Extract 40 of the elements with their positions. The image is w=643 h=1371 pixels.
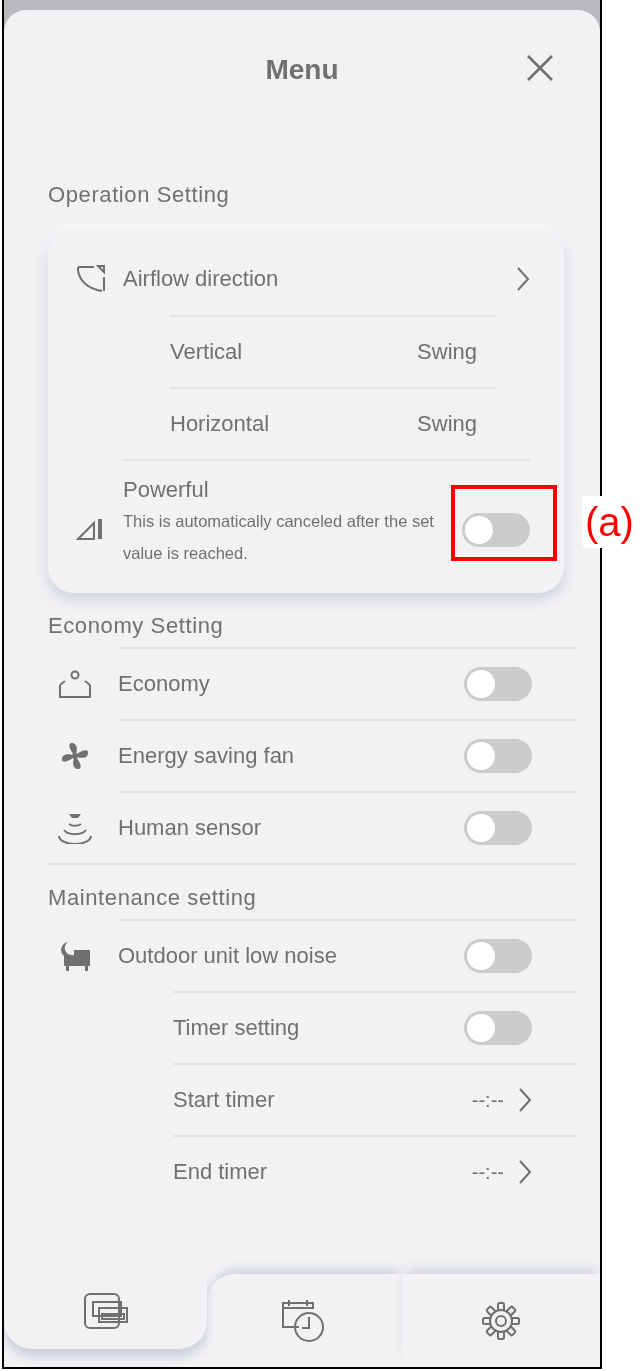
settings-icon[interactable] <box>482 1301 520 1340</box>
section-title: Economy Setting <box>48 613 224 639</box>
chevron-right-icon <box>518 1087 532 1113</box>
row-label[interactable]: Airflow direction <box>123 266 516 292</box>
row-label: Outdoor unit low noise <box>118 943 338 969</box>
nav-tab[interactable] <box>207 1274 402 1367</box>
stacked-screens-icon[interactable] <box>82 1291 129 1332</box>
airflow-icon <box>76 263 108 295</box>
row-label: Energy saving fan <box>118 743 296 769</box>
row-description: This is automatically canceled after the set value is reached. <box>123 511 435 564</box>
row-label: Economy <box>118 671 211 697</box>
toggle-switch[interactable] <box>462 513 530 547</box>
time-value: --:-- <box>471 1088 504 1112</box>
triangle-bar-icon <box>76 517 104 541</box>
toggle-switch[interactable] <box>464 667 532 701</box>
chevron-right-icon <box>518 1159 532 1185</box>
sensor-waves-icon <box>57 812 93 844</box>
fan-icon <box>59 740 91 772</box>
row-label[interactable]: End timer <box>173 1159 472 1185</box>
chevron-right-icon <box>516 266 530 292</box>
row-label: Horizontal <box>170 411 270 437</box>
section-title: Operation Setting <box>48 182 230 208</box>
time-value: --:-- <box>471 1160 504 1184</box>
moon-unit-icon <box>58 940 92 972</box>
nav-tab[interactable] <box>4 1274 207 1349</box>
section-title: Maintenance setting <box>48 885 257 911</box>
toggle-switch[interactable] <box>464 811 532 845</box>
menu-title: Menu <box>265 54 339 86</box>
row-value: Swing <box>417 339 477 365</box>
row-label[interactable]: Start timer <box>173 1087 472 1113</box>
row-value: Swing <box>417 411 477 437</box>
row-label: Powerful <box>123 477 210 503</box>
row-label: Vertical <box>170 339 243 365</box>
toggle-switch[interactable] <box>464 1011 532 1045</box>
nav-tab[interactable] <box>402 1274 600 1367</box>
toggle-switch[interactable] <box>464 739 532 773</box>
toggle-switch[interactable] <box>464 939 532 973</box>
economy-icon <box>58 669 92 699</box>
row-label: Timer setting <box>173 1015 301 1041</box>
row-label: Human sensor <box>118 815 263 841</box>
